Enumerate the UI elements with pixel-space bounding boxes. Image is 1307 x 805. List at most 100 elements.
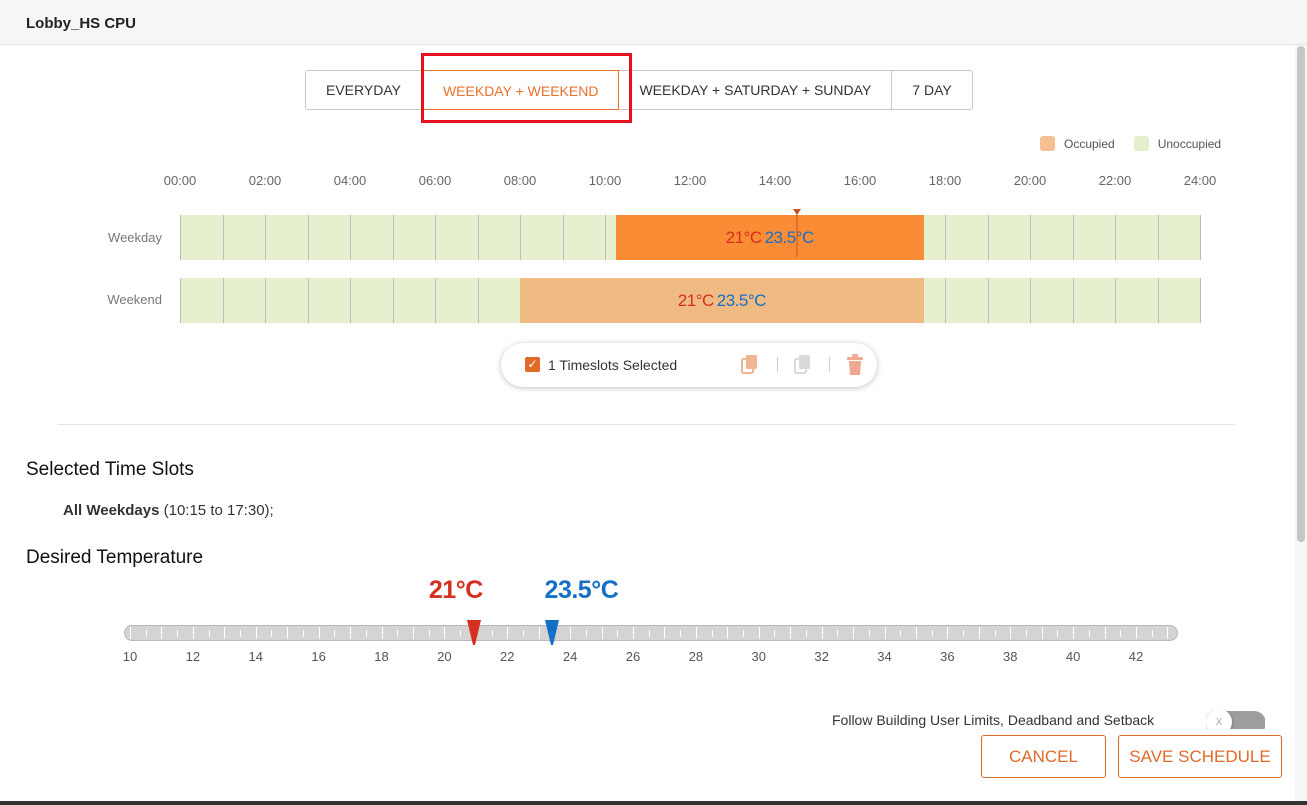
temperature-scale-label: 34: [877, 649, 892, 664]
weekday-occupied-timeslot[interactable]: 21°C 23.5°C: [615, 209, 924, 260]
heating-setpoint-value: 21°C: [428, 576, 483, 604]
hour-axis-label: 10:00: [588, 173, 622, 188]
hour-gridline: [987, 278, 989, 323]
hour-gridline: [222, 278, 224, 323]
slider-tick: [758, 627, 760, 639]
hour-gridline: [1115, 215, 1116, 260]
schedule-type-tabs: EVERYDAY WEEKDAY + WEEKEND WEEKDAY + SAT…: [305, 70, 973, 110]
hour-gridline: [1200, 278, 1201, 323]
temperature-range-slider[interactable]: [124, 625, 1178, 641]
hour-gridline: [435, 278, 436, 323]
timeslot-midpoint-marker[interactable]: [792, 209, 802, 259]
hour-axis-label: 16:00: [843, 173, 877, 188]
slider-tick: [381, 627, 383, 639]
hour-gridline: [945, 278, 946, 323]
timeslot-heat-setpoint: 21°C: [677, 290, 714, 310]
slider-tick: [365, 630, 367, 637]
slider-tick: [334, 630, 336, 637]
temperature-scale-label: 42: [1128, 649, 1144, 664]
tab-7-day[interactable]: 7 DAY: [892, 71, 971, 109]
cooling-setpoint-handle[interactable]: [544, 620, 560, 646]
temperature-scale-label: 16: [311, 649, 326, 664]
slider-tick: [617, 630, 619, 637]
slider-tick: [633, 627, 634, 639]
slider-tick: [648, 630, 650, 637]
slider-tick: [1120, 630, 1122, 637]
slider-tick: [130, 627, 131, 639]
heating-setpoint-handle[interactable]: [466, 620, 482, 646]
row-label-weekend: Weekend: [107, 292, 162, 307]
temperature-scale-label: 38: [1003, 649, 1018, 664]
slider-tick: [884, 627, 886, 639]
cancel-button[interactable]: CANCEL: [981, 735, 1106, 778]
hour-axis-label: 24:00: [1183, 173, 1217, 188]
follow-building-limits-label: Follow Building User Limits, Deadband an…: [832, 712, 1155, 728]
slider-tick: [507, 627, 509, 639]
temperature-scale-label: 32: [814, 649, 829, 664]
occupied-swatch: [1040, 136, 1055, 151]
slider-tick: [522, 630, 524, 637]
slider-tick: [271, 630, 273, 637]
follow-building-limits-toggle[interactable]: x: [1206, 709, 1265, 729]
row-label-weekday: Weekday: [108, 230, 162, 245]
legend-item-occupied: Occupied: [1040, 136, 1115, 151]
hour-gridline: [392, 278, 394, 323]
temperature-scale-label: 24: [562, 649, 578, 664]
dialog-bottom-edge: [0, 801, 1307, 805]
copy-icon[interactable]: [740, 354, 760, 376]
slider-tick: [947, 627, 949, 639]
temperature-scale-label: 18: [374, 649, 389, 664]
hour-axis-label: 12:00: [673, 173, 707, 188]
slider-tick: [255, 627, 257, 639]
slider-tick: [1104, 627, 1106, 639]
section-divider: [58, 424, 1235, 425]
hour-gridline: [392, 215, 394, 260]
tab-weekday-saturday-sunday[interactable]: WEEKDAY + SATURDAY + SUNDAY: [619, 71, 893, 109]
slider-tick: [177, 630, 179, 637]
weekday-timeline-track[interactable]: 21°C 23.5°C: [180, 209, 1201, 260]
selected-time-slots-heading: Selected Time Slots: [26, 459, 194, 480]
slider-tick: [1151, 630, 1153, 637]
slider-tick: [224, 627, 226, 639]
slider-tick: [915, 627, 917, 639]
slider-tick: [412, 627, 414, 639]
save-schedule-button[interactable]: SAVE SCHEDULE: [1118, 735, 1282, 778]
timeslots-selected-label: 1 Timeslots Selected: [548, 357, 678, 373]
slider-tick: [931, 630, 933, 637]
timeslot-cool-setpoint: 23.5°C: [716, 290, 767, 310]
tab-everyday[interactable]: EVERYDAY: [306, 71, 422, 109]
hour-gridline: [1157, 215, 1159, 260]
hour-axis-label: 22:00: [1098, 173, 1132, 188]
selected-slots-day: All Weekdays: [63, 502, 160, 519]
hour-gridline: [435, 215, 436, 260]
toggle-off-icon: x: [1206, 709, 1232, 729]
hour-gridline: [222, 215, 224, 260]
slider-tick: [837, 630, 839, 637]
timeslot-select-checkbox[interactable]: ✓: [525, 357, 540, 372]
weekend-timeline-track[interactable]: 21°C 23.5°C: [180, 278, 1201, 323]
slider-tick: [664, 627, 666, 639]
slider-tick: [538, 627, 540, 639]
slider-tick: [978, 627, 980, 639]
weekend-occupied-timeslot[interactable]: 21°C 23.5°C: [520, 278, 924, 323]
slider-tick: [428, 630, 430, 637]
paste-icon[interactable]: [793, 354, 813, 376]
slider-tick: [994, 630, 996, 637]
hour-gridline: [945, 215, 946, 260]
dialog-title: Lobby_HS CPU: [26, 15, 137, 32]
slider-tick: [601, 627, 603, 639]
legend-occupied-label: Occupied: [1064, 136, 1115, 151]
slider-tick: [805, 630, 807, 637]
hour-axis-label: 04:00: [333, 173, 367, 188]
hour-gridline: [265, 215, 266, 260]
slider-tick: [161, 627, 163, 639]
slider-tick: [853, 627, 855, 639]
selected-slots-range: (10:15 to 17:30);: [159, 502, 274, 519]
trash-icon[interactable]: [845, 354, 865, 376]
toolbar-separator: [829, 357, 830, 372]
hour-gridline: [180, 278, 181, 323]
hour-axis-label: 00:00: [163, 173, 197, 188]
vertical-scrollbar-thumb[interactable]: [1297, 46, 1305, 542]
schedule-legend: Occupied Unoccupied: [1040, 136, 1240, 151]
temperature-scale-label: 30: [751, 649, 766, 664]
